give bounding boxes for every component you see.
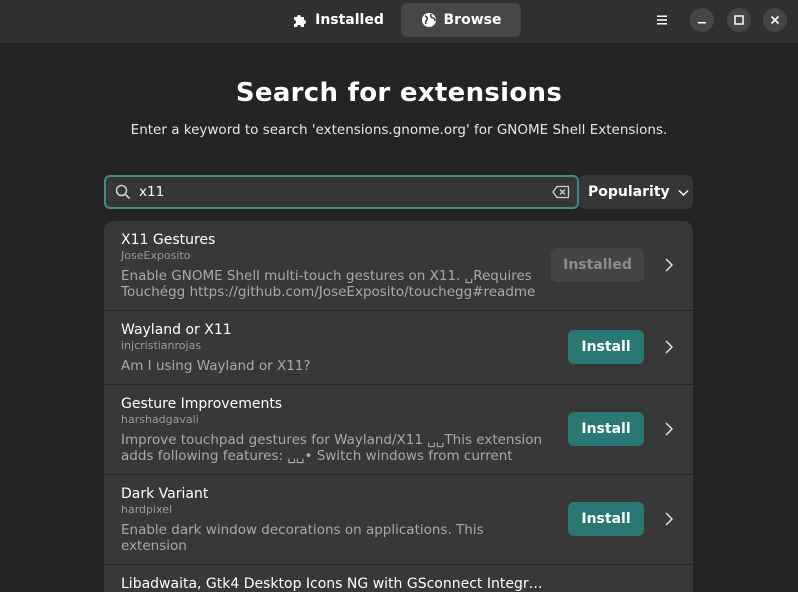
extension-author: JoseExposito bbox=[121, 249, 191, 262]
globe-icon bbox=[421, 13, 436, 27]
search-icon bbox=[115, 184, 131, 200]
browse-tab[interactable]: Browse bbox=[401, 3, 521, 37]
chevron-down-icon bbox=[678, 189, 689, 196]
extension-name: X11 Gestures bbox=[121, 232, 216, 248]
extension-author: injcristianrojas bbox=[121, 339, 202, 352]
extension-author: harshadgavali bbox=[121, 413, 199, 426]
browse-tab-label: Browse bbox=[443, 12, 502, 28]
extension-name: Dark Variant bbox=[121, 486, 209, 502]
chevron-right-icon[interactable] bbox=[663, 421, 675, 437]
page-subtitle: Enter a keyword to search 'extensions.gn… bbox=[130, 122, 668, 138]
page-title: Search for extensions bbox=[235, 78, 563, 108]
minimize-icon bbox=[698, 22, 706, 24]
installed-tab[interactable]: Installed bbox=[281, 3, 395, 37]
menu-icon bbox=[657, 15, 667, 25]
maximize-button[interactable] bbox=[727, 8, 751, 32]
list-item[interactable]: X11 Gestures JoseExposito Enable GNOME S… bbox=[104, 221, 693, 311]
install-button[interactable]: Install bbox=[568, 502, 644, 536]
sort-dropdown[interactable]: Popularity bbox=[579, 175, 693, 209]
extension-description: Improve touchpad gestures for Wayland/X1… bbox=[121, 432, 543, 464]
search-input[interactable] bbox=[139, 184, 552, 200]
chevron-right-icon[interactable] bbox=[663, 257, 675, 273]
close-button[interactable] bbox=[763, 8, 787, 32]
puzzle-icon bbox=[294, 15, 307, 27]
extension-author: hardpixel bbox=[121, 503, 173, 516]
clear-search-icon[interactable] bbox=[552, 185, 570, 199]
install-button[interactable]: Install bbox=[568, 412, 644, 446]
minimize-button[interactable] bbox=[690, 8, 714, 32]
list-item[interactable]: Gesture Improvements harshadgavali Impro… bbox=[104, 385, 693, 475]
extension-name: Gesture Improvements bbox=[121, 396, 283, 412]
installed-button[interactable]: Installed bbox=[551, 248, 644, 282]
chevron-right-icon[interactable] bbox=[663, 511, 675, 527]
chevron-right-icon[interactable] bbox=[663, 339, 675, 355]
extension-description: Enable dark window decorations on applic… bbox=[121, 522, 484, 554]
search-box[interactable] bbox=[104, 175, 579, 209]
list-item[interactable]: Wayland or X11 injcristianrojas Am I usi… bbox=[104, 311, 693, 385]
extension-description: Enable GNOME Shell multi-touch gestures … bbox=[121, 268, 536, 300]
extension-name: Wayland or X11 bbox=[121, 322, 232, 338]
extension-name: Libadwaita, Gtk4 Desktop Icons NG with G… bbox=[121, 576, 551, 592]
install-button[interactable]: Install bbox=[568, 330, 644, 364]
installed-tab-label: Installed bbox=[315, 12, 384, 28]
extension-description: Am I using Wayland or X11? bbox=[121, 358, 311, 374]
sort-label: Popularity bbox=[588, 184, 670, 200]
main-menu-button[interactable] bbox=[650, 8, 674, 32]
list-item[interactable]: Libadwaita, Gtk4 Desktop Icons NG with G… bbox=[104, 565, 693, 592]
maximize-icon bbox=[734, 15, 744, 25]
close-icon bbox=[770, 15, 780, 25]
header-bar: Installed Browse bbox=[0, 0, 798, 44]
list-item[interactable]: Dark Variant hardpixel Enable dark windo… bbox=[104, 475, 693, 565]
results-list: X11 Gestures JoseExposito Enable GNOME S… bbox=[104, 221, 693, 592]
